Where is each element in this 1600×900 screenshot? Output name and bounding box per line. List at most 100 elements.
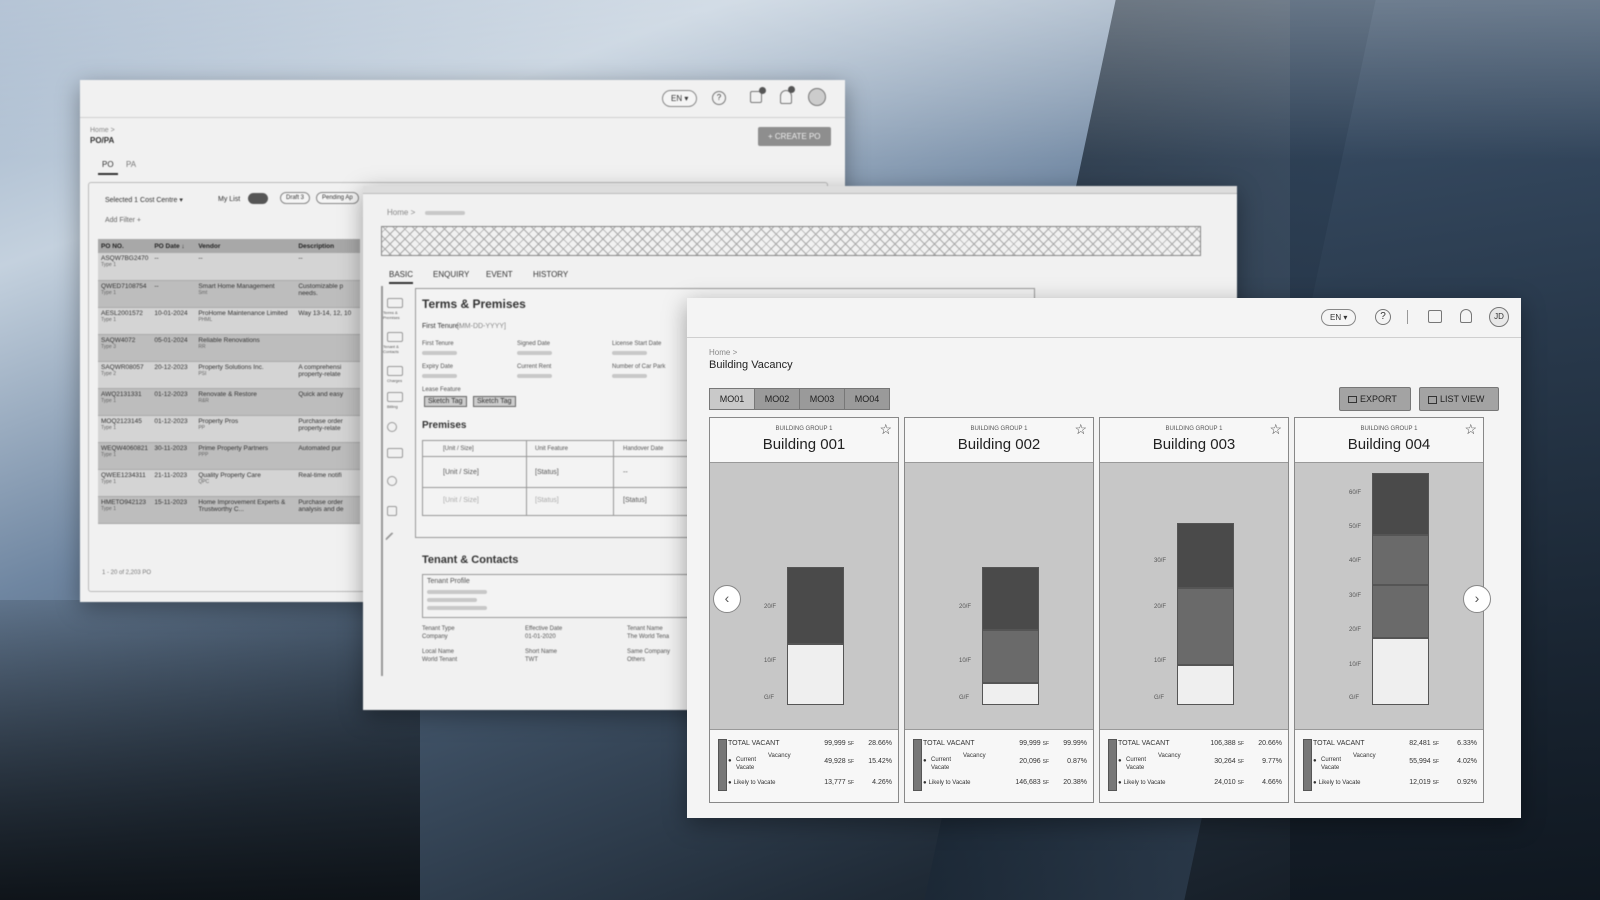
po-number[interactable]: MOQ2123145	[101, 418, 142, 425]
help-icon[interactable]: ?	[1375, 309, 1391, 325]
building-card[interactable]: BUILDING GROUP 1 Building 003 ☆ 30/F 20/F 10/…	[1099, 417, 1289, 803]
table-row[interactable]: SAQW4072 Type 3 05-01-2024 Reliable Renovat…	[98, 334, 360, 362]
link-nav-icon[interactable]	[384, 531, 400, 547]
mylist-toggle[interactable]	[248, 193, 268, 204]
unit: SF	[1432, 780, 1439, 786]
building-group: BUILDING GROUP 1	[775, 426, 833, 432]
tab-mo01[interactable]: MO01	[709, 388, 755, 410]
stat-vacancy-label: Vacancy	[963, 753, 986, 759]
language-select[interactable]: EN ▾	[1321, 309, 1357, 326]
building-name[interactable]: Building 003	[1100, 436, 1288, 453]
apps-icon[interactable]	[1428, 310, 1442, 323]
tab-mo03[interactable]: MO03	[799, 388, 845, 410]
building-card[interactable]: BUILDING GROUP 1 Building 002 ☆ 20/F 10/F G/F…	[904, 417, 1094, 803]
tab-basic[interactable]: BASIC	[389, 270, 414, 284]
document-nav-icon[interactable]	[387, 506, 397, 516]
table-row[interactable]: SAQWR08057 Type 2 20-12-2023 Property Solut…	[98, 361, 360, 389]
help-icon[interactable]: ?	[712, 91, 726, 105]
po-number[interactable]: QWED7108754	[101, 283, 147, 290]
lease-feature-label: Lease Feature	[422, 387, 461, 393]
building-name[interactable]: Building 001	[710, 436, 898, 453]
local-name-value: World Tenant	[422, 657, 458, 663]
table-row[interactable]: MOQ2123145 Type 1 01-12-2023 Property Pros P…	[98, 415, 360, 443]
stat-label: TOTAL VACANT	[1313, 740, 1365, 747]
sketch-tag[interactable]: Sketch Tag	[473, 396, 516, 407]
table-row[interactable]: AESL2001572 Type 1 10-01-2024 ProHome Maint…	[98, 307, 360, 335]
floor-segment	[982, 630, 1039, 683]
breadcrumb[interactable]: Home >	[387, 208, 415, 217]
tab-mo02[interactable]: MO02	[754, 388, 800, 410]
avatar[interactable]	[808, 88, 826, 106]
prev-arrow-icon[interactable]: ‹	[713, 585, 741, 613]
breadcrumb[interactable]: Home >	[709, 348, 737, 357]
building-card[interactable]: BUILDING GROUP 1 Building 001 ☆ 20/F 10/F G/F…	[709, 417, 899, 803]
table-row[interactable]: AWQ2131331 Type 1 01-12-2023 Renovate & Res…	[98, 388, 360, 416]
stat-value: 99,999 SF	[824, 740, 854, 747]
globe-nav-icon[interactable]	[387, 476, 397, 486]
terms-title: Terms & Premises	[422, 297, 526, 311]
vendor-code: PPP	[198, 451, 209, 458]
po-number[interactable]: HMETO942123	[101, 499, 146, 506]
terms-nav-icon[interactable]	[387, 298, 403, 308]
building-card[interactable]: BUILDING GROUP 1 Building 004 ☆ 60/F 50/F 40/…	[1294, 417, 1484, 803]
col-po-no[interactable]: PO NO.	[98, 239, 152, 253]
po-number[interactable]: SAQWR08057	[101, 364, 144, 371]
chip-draft[interactable]: Draft 3	[280, 192, 311, 204]
floor-tick: 30/F	[1349, 593, 1362, 599]
star-icon[interactable]: ☆	[879, 421, 892, 438]
cost-centre-filter[interactable]: Selected 1 Cost Centre ▾	[105, 196, 183, 204]
star-icon[interactable]: ☆	[1269, 421, 1282, 438]
po-number[interactable]: WEQW4060821	[101, 445, 148, 452]
sketch-tag[interactable]: Sketch Tag	[424, 396, 467, 407]
current-pct: 9.77%	[1262, 758, 1282, 765]
tab-pa[interactable]: PA	[126, 160, 136, 169]
stat-total: TOTAL VACANT 82,481 SF 6.33%	[1313, 740, 1477, 747]
next-arrow-icon[interactable]: ›	[1463, 585, 1491, 613]
star-icon[interactable]: ☆	[1464, 421, 1477, 438]
col-po-date[interactable]: PO Date ↓	[151, 239, 196, 253]
vendor-name: Home Improvement Experts & Trustworthy C…	[198, 498, 286, 513]
po-number-cell: HMETO942123 Type 1	[98, 496, 152, 524]
table-row[interactable]: QWEE1234311 Type 1 21-11-2023 Quality Prope…	[98, 469, 360, 497]
tab-po[interactable]: PO	[98, 160, 118, 175]
po-type: Type 1	[101, 451, 117, 458]
list-view-button[interactable]: LIST VIEW	[1419, 387, 1499, 411]
po-number[interactable]: ASQW7BG2470	[101, 255, 148, 262]
add-filter-button[interactable]: Add Filter +	[105, 217, 141, 224]
tenant-nav-icon[interactable]	[387, 332, 403, 342]
table-row[interactable]: QWED7108754 Type 1 -- Smart Home Management…	[98, 280, 360, 308]
table-row[interactable]: HMETO942123 Type 1 15-11-2023 Home Improvem…	[98, 496, 360, 524]
tab-mo04[interactable]: MO04	[844, 388, 890, 410]
po-number[interactable]: SAQW4072	[101, 337, 135, 344]
tab-event[interactable]: EVENT	[486, 270, 513, 279]
table-row[interactable]: ASQW7BG2470 Type 1 -- -- --	[98, 253, 360, 281]
building-name[interactable]: Building 002	[905, 436, 1093, 453]
star-icon[interactable]: ☆	[1074, 421, 1087, 438]
tab-enquiry[interactable]: ENQUIRY	[433, 270, 469, 279]
tab-history[interactable]: HISTORY	[533, 270, 568, 279]
charges-nav-icon[interactable]	[387, 366, 403, 376]
po-number[interactable]: AESL2001572	[101, 310, 143, 317]
col-vendor[interactable]: Vendor	[195, 239, 296, 253]
vendor-name: Reliable Renovations	[198, 336, 260, 344]
col-description[interactable]: Description	[295, 239, 360, 253]
unit: SF	[847, 780, 854, 786]
po-number[interactable]: AWQ2131331	[101, 391, 142, 398]
po-number[interactable]: QWEE1234311	[101, 472, 146, 479]
notes-nav-icon[interactable]	[387, 448, 403, 458]
vendor-cell: --	[195, 253, 296, 281]
vendor-cell: Home Improvement Experts & Trustworthy C…	[195, 496, 296, 524]
avatar[interactable]: JD	[1489, 307, 1509, 327]
export-button[interactable]: EXPORT	[1339, 387, 1411, 411]
settings-nav-icon[interactable]	[387, 422, 397, 432]
chip-pending[interactable]: Pending Ap	[316, 192, 359, 204]
bell-icon[interactable]	[1460, 309, 1472, 323]
floor-tick: G/F	[1154, 695, 1164, 701]
language-select[interactable]: EN ▾	[662, 90, 698, 107]
create-po-button[interactable]: + CREATE PO	[758, 127, 831, 146]
table-row[interactable]: WEQW4060821 Type 1 30-11-2023 Prime Propert…	[98, 442, 360, 470]
breadcrumb[interactable]: Home >	[90, 127, 115, 134]
building-name[interactable]: Building 004	[1295, 436, 1483, 453]
vendor-code: PHML	[198, 316, 213, 323]
billing-nav-icon[interactable]	[387, 392, 403, 402]
